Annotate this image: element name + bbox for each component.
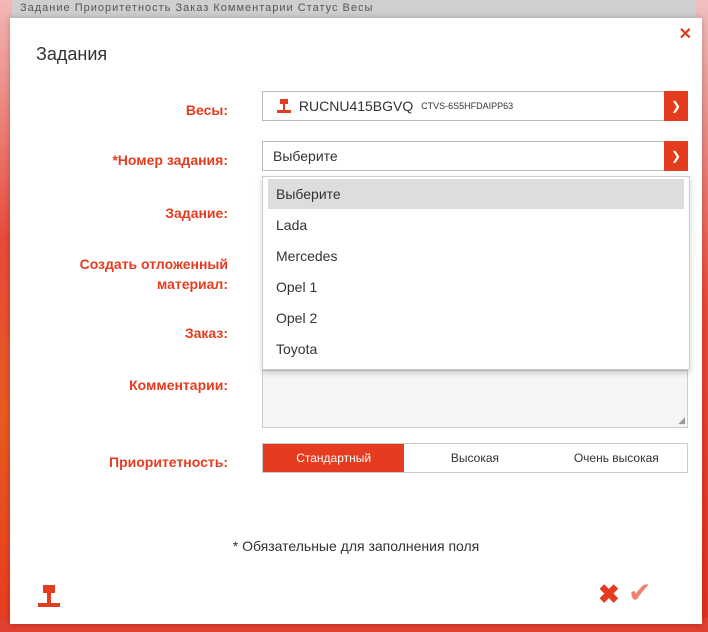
priority-label: Приоритетность: — [109, 454, 228, 470]
deferred-material-label-line1: Создать отложенный — [79, 256, 228, 272]
dropdown-option[interactable]: Opel 1 — [268, 272, 684, 302]
scale-code: RUCNU415BGVQ — [298, 98, 414, 115]
confirm-icon[interactable]: ✔ — [628, 578, 651, 608]
background-page-header: Задание Приоритетность Заказ Комментарии… — [0, 0, 708, 18]
background-header-text: Задание Приоритетность Заказ Комментарии… — [20, 2, 374, 14]
comments-label: Комментарии: — [129, 377, 228, 393]
scale-select[interactable]: RUCNU415BGVQ CTVS-6S5HFDAIPP63 ❯ — [262, 91, 688, 121]
chevron-down-icon[interactable]: ❯ — [664, 141, 688, 171]
dropdown-option[interactable]: Toyota — [268, 334, 684, 364]
scale-label: Весы: — [185, 102, 228, 118]
priority-toggle: Стандартный Высокая Очень высокая — [262, 443, 688, 473]
dropdown-option[interactable]: Выберите — [268, 179, 684, 209]
dropdown-option[interactable]: Opel 2 — [268, 303, 684, 333]
task-number-label: *Номер задания: — [112, 152, 228, 168]
priority-very-high-button[interactable]: Очень высокая — [546, 444, 687, 472]
deferred-material-label-line2: материал: — [156, 276, 228, 292]
required-fields-note: * Обязательные для заполнения поля — [232, 538, 480, 554]
task-label: Задание: — [165, 205, 228, 221]
task-number-select[interactable]: Выберите ❯ — [262, 141, 688, 171]
order-label: Заказ: — [184, 325, 228, 341]
comments-textarea[interactable]: ◢ — [262, 370, 688, 428]
close-icon[interactable]: ✕ — [679, 24, 692, 44]
resize-handle-icon[interactable]: ◢ — [678, 415, 685, 426]
task-number-value: Выберите — [273, 148, 338, 164]
dialog-title: Задания — [36, 44, 108, 64]
priority-high-button[interactable]: Высокая — [404, 444, 545, 472]
task-number-dropdown: Выберите Lada Mercedes Opel 1 Opel 2 Toy… — [262, 176, 690, 370]
priority-standard-button[interactable]: Стандартный — [263, 444, 405, 472]
dropdown-option[interactable]: Mercedes — [268, 241, 684, 271]
cancel-icon[interactable]: ✖ — [598, 580, 620, 608]
scale-serial: CTVS-6S5HFDAIPP63 — [421, 101, 514, 112]
scale-icon[interactable] — [38, 584, 60, 615]
scale-icon — [277, 99, 291, 114]
chevron-down-icon[interactable]: ❯ — [664, 91, 688, 121]
dropdown-option[interactable]: Lada — [268, 210, 684, 240]
tasks-dialog: ✕ Задания Весы: RUCNU415BGVQ CTVS-6S5HFD… — [10, 18, 702, 624]
